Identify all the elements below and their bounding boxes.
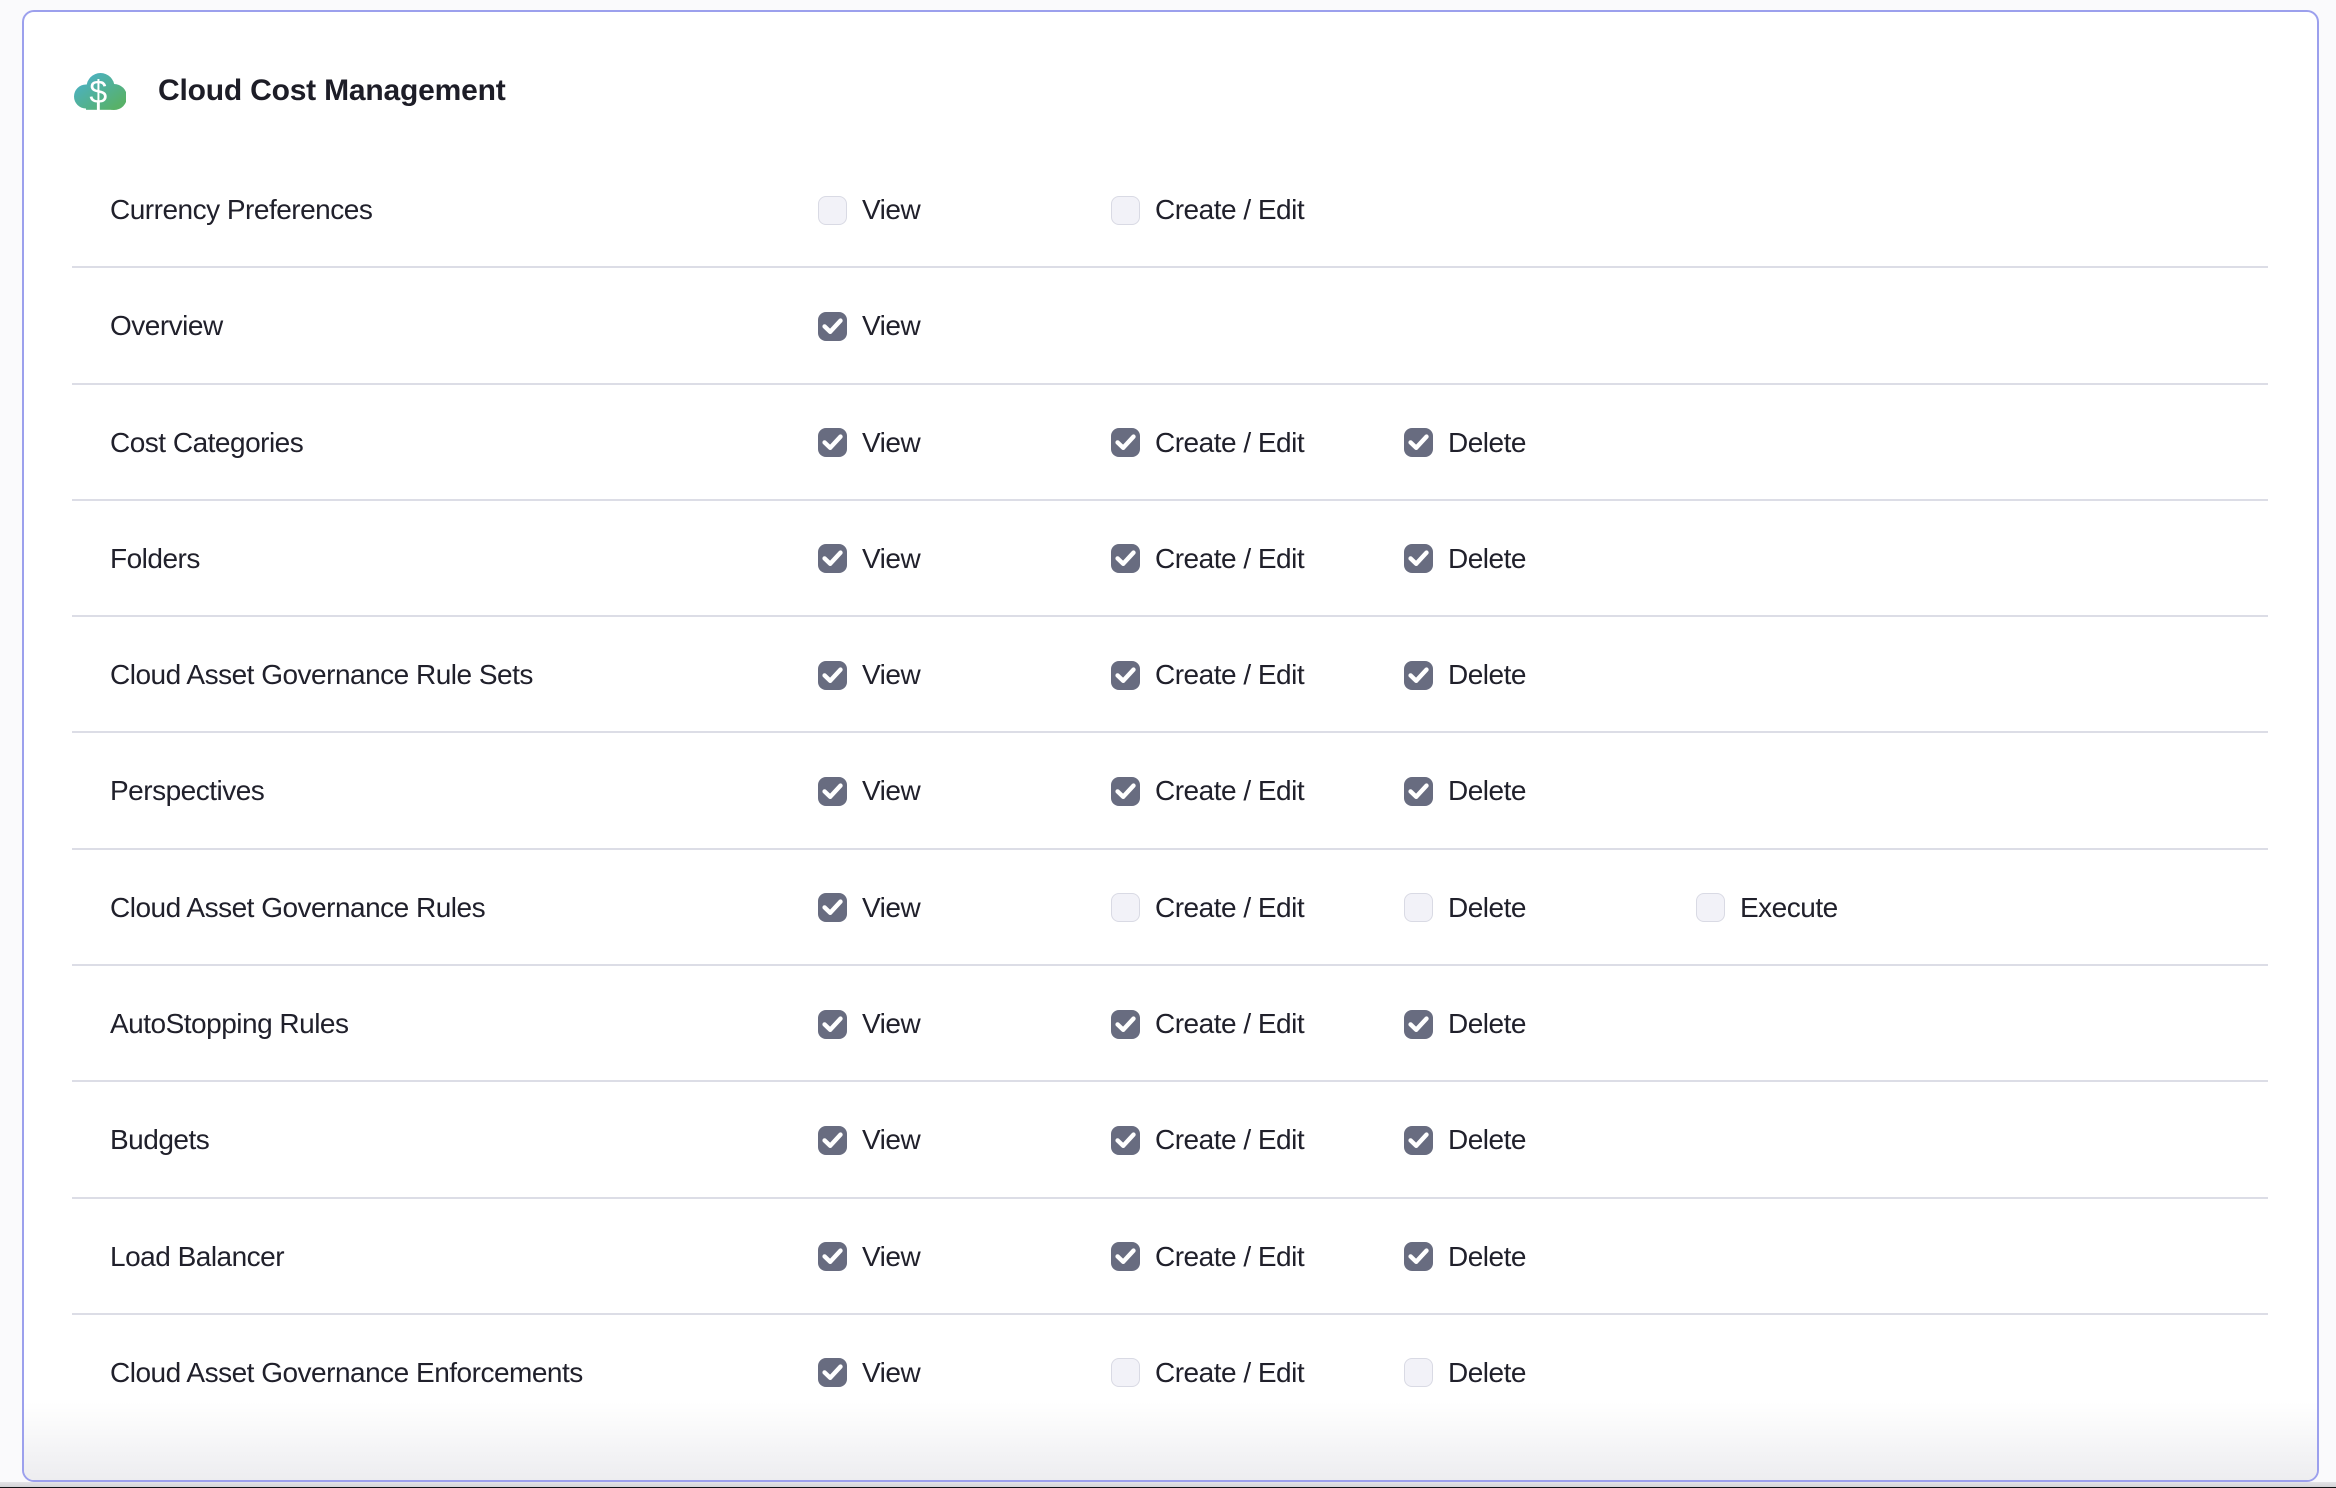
svg-text:$: $ [89, 74, 107, 110]
